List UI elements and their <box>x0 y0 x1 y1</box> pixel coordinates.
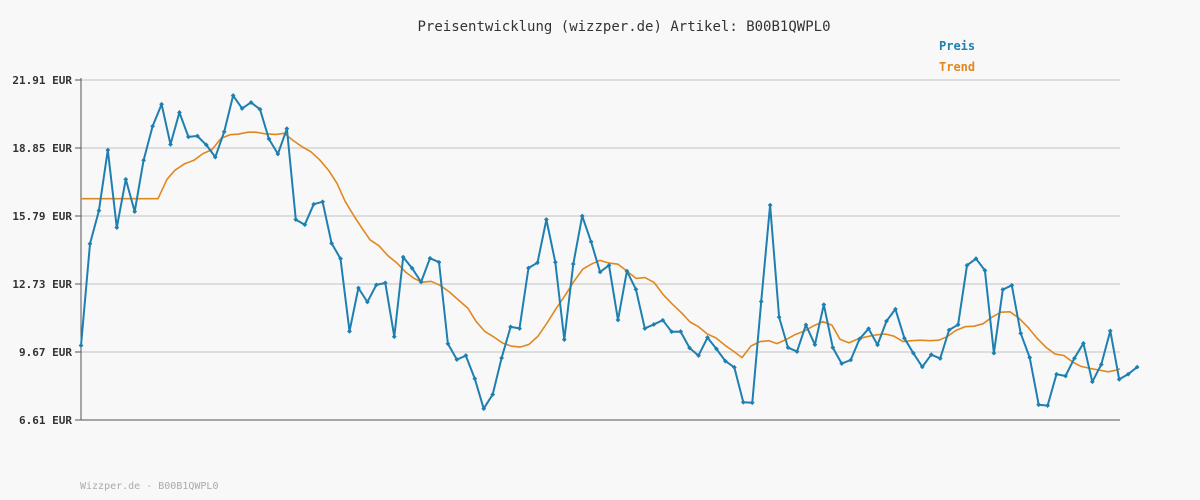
preis-point <box>141 157 147 163</box>
price-chart <box>75 78 1140 421</box>
preis-line <box>80 94 1138 410</box>
preis-point <box>499 355 505 361</box>
preis-point <box>749 400 755 406</box>
preis-point <box>561 337 567 342</box>
preis-point <box>544 217 549 222</box>
preis-point <box>87 241 93 247</box>
preis-point <box>1045 403 1050 408</box>
preis-point <box>552 259 558 265</box>
preis-point <box>221 129 227 135</box>
preis-point <box>132 209 138 214</box>
preis-point <box>517 326 522 331</box>
preis-point <box>1036 402 1042 408</box>
preis-point <box>177 110 182 115</box>
preis-point <box>758 299 764 304</box>
preis-point <box>347 328 352 334</box>
preis-point <box>1107 328 1113 334</box>
footer-text: Wizzper.de - B00B1QWPL0 <box>80 481 219 492</box>
preis-point <box>284 126 290 132</box>
preis-point <box>1054 371 1059 377</box>
preis-point <box>579 213 585 219</box>
trend-line <box>81 131 1121 373</box>
preis-point <box>391 334 397 340</box>
preis-point <box>123 176 129 182</box>
preis-point <box>96 208 102 214</box>
preis-point <box>114 225 120 230</box>
preis-point <box>767 202 773 208</box>
preis-point <box>320 199 326 205</box>
preis-point <box>1018 330 1024 336</box>
preis-point <box>821 302 827 308</box>
preis-point <box>508 324 513 330</box>
preis-point <box>615 317 621 323</box>
preis-point <box>570 261 576 267</box>
preis-point <box>776 314 782 320</box>
preis-point <box>168 142 173 147</box>
preis-point <box>78 343 84 348</box>
preis-point <box>740 399 746 405</box>
